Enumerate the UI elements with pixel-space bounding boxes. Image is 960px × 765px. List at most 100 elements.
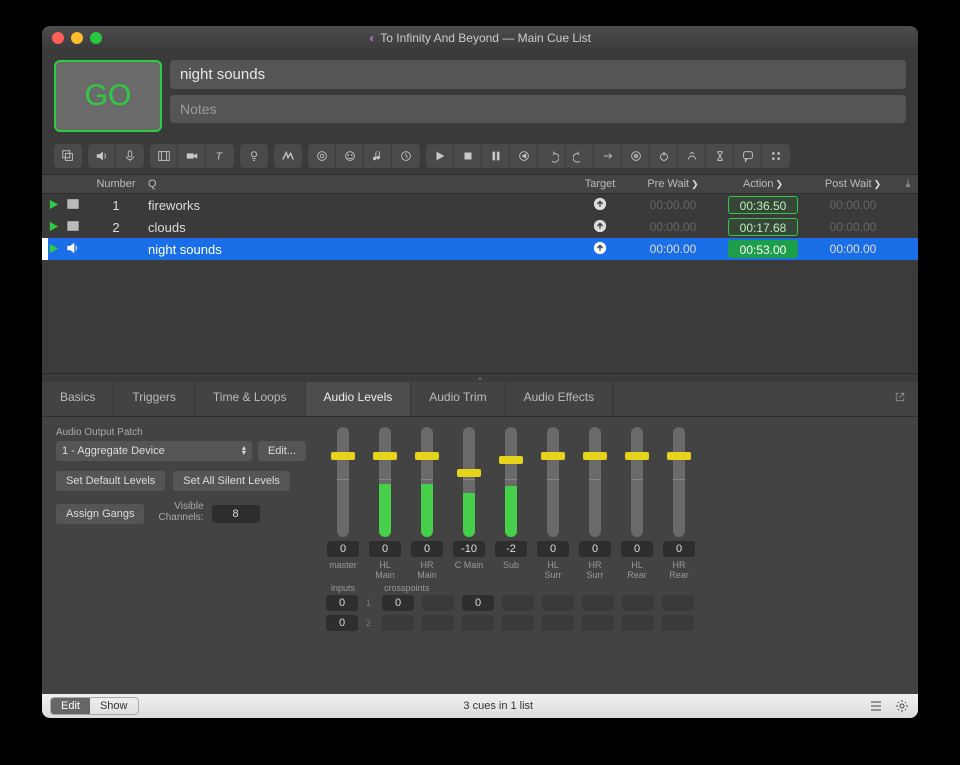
tab-basics[interactable]: Basics bbox=[42, 382, 114, 416]
tab-triggers[interactable]: Triggers bbox=[114, 382, 195, 416]
fader-knob[interactable] bbox=[457, 469, 481, 477]
postwait-field[interactable]: 00:00.00 bbox=[818, 218, 888, 236]
fader-track[interactable] bbox=[631, 427, 643, 537]
tab-audio-trim[interactable]: Audio Trim bbox=[411, 382, 505, 416]
col-number[interactable]: Number bbox=[90, 178, 142, 190]
fader-value[interactable]: -2 bbox=[495, 541, 527, 557]
popout-icon[interactable] bbox=[882, 382, 918, 416]
audio-cue-icon[interactable] bbox=[88, 144, 116, 168]
fader-track[interactable] bbox=[337, 427, 349, 537]
minimize-button[interactable] bbox=[71, 32, 83, 44]
crosspoint-cell[interactable] bbox=[662, 615, 694, 631]
cue-target[interactable] bbox=[572, 197, 628, 214]
crosspoint-cell[interactable] bbox=[582, 615, 614, 631]
cue-number[interactable]: 2 bbox=[90, 220, 142, 235]
fader-track[interactable] bbox=[547, 427, 559, 537]
go-button[interactable]: GO bbox=[54, 60, 162, 132]
goto-icon[interactable] bbox=[594, 144, 622, 168]
fader-value[interactable]: 0 bbox=[621, 541, 653, 557]
tab-audio-levels[interactable]: Audio Levels bbox=[306, 382, 412, 416]
cue-row[interactable]: night sounds00:00.0000:53.0000:00.00 bbox=[42, 238, 918, 260]
cue-name[interactable]: fireworks bbox=[142, 198, 572, 213]
undo-icon[interactable] bbox=[538, 144, 566, 168]
fader-value[interactable]: 0 bbox=[369, 541, 401, 557]
mode-segmented[interactable]: Edit Show bbox=[50, 697, 139, 715]
cue-row[interactable]: 1fireworks00:00.0000:36.5000:00.00 bbox=[42, 194, 918, 216]
postwait-field[interactable]: 00:00.00 bbox=[818, 240, 888, 258]
crosspoint-cell[interactable] bbox=[422, 615, 454, 631]
stop-icon[interactable] bbox=[454, 144, 482, 168]
crosspoint-cell[interactable] bbox=[542, 615, 574, 631]
power-icon[interactable] bbox=[650, 144, 678, 168]
video-cue-icon[interactable] bbox=[150, 144, 178, 168]
camera-cue-icon[interactable] bbox=[178, 144, 206, 168]
fader-value[interactable]: 0 bbox=[663, 541, 695, 557]
crosspoint-cell[interactable] bbox=[542, 595, 574, 611]
network-cue-icon[interactable] bbox=[308, 144, 336, 168]
crosspoint-cell[interactable] bbox=[502, 595, 534, 611]
input-level[interactable]: 0 bbox=[326, 615, 358, 631]
fade-cue-icon[interactable] bbox=[274, 144, 302, 168]
cue-name-field[interactable]: night sounds bbox=[170, 60, 906, 89]
cue-notes-field[interactable]: Notes bbox=[170, 95, 906, 123]
midi-file-cue-icon[interactable] bbox=[364, 144, 392, 168]
midi-cue-icon[interactable] bbox=[336, 144, 364, 168]
set-default-levels-button[interactable]: Set Default Levels bbox=[56, 471, 165, 491]
show-mode-button[interactable]: Show bbox=[90, 698, 138, 714]
cue-list-empty[interactable] bbox=[42, 260, 918, 374]
group-cue-icon[interactable] bbox=[54, 144, 82, 168]
postwait-field[interactable]: 00:00.00 bbox=[818, 196, 888, 214]
text-cue-icon[interactable]: T bbox=[206, 144, 234, 168]
edit-mode-button[interactable]: Edit bbox=[51, 698, 90, 714]
edit-patch-button[interactable]: Edit... bbox=[258, 441, 306, 461]
crosspoint-cell[interactable] bbox=[462, 615, 494, 631]
col-action[interactable]: Action❯ bbox=[718, 178, 808, 190]
fader-knob[interactable] bbox=[667, 452, 691, 460]
visible-channels-field[interactable]: 8 bbox=[212, 505, 260, 523]
script-icon[interactable] bbox=[762, 144, 790, 168]
cue-target[interactable] bbox=[572, 219, 628, 236]
play-icon[interactable] bbox=[426, 144, 454, 168]
fader-value[interactable]: 0 bbox=[579, 541, 611, 557]
tab-time-loops[interactable]: Time & Loops bbox=[195, 382, 306, 416]
load-icon[interactable] bbox=[510, 144, 538, 168]
cue-name[interactable]: clouds bbox=[142, 220, 572, 235]
fader-track[interactable] bbox=[505, 427, 517, 537]
col-postwait[interactable]: Post Wait❯ bbox=[808, 178, 898, 190]
fader-track[interactable] bbox=[421, 427, 433, 537]
close-button[interactable] bbox=[52, 32, 64, 44]
crosspoint-cell[interactable] bbox=[582, 595, 614, 611]
crosspoint-cell[interactable]: 0 bbox=[462, 595, 494, 611]
fader-knob[interactable] bbox=[583, 452, 607, 460]
crosspoint-cell[interactable] bbox=[382, 615, 414, 631]
crosspoint-cell[interactable] bbox=[502, 615, 534, 631]
fader-track[interactable] bbox=[589, 427, 601, 537]
audio-patch-select[interactable]: 1 - Aggregate Device ▴▾ bbox=[56, 441, 252, 461]
assign-gangs-button[interactable]: Assign Gangs bbox=[56, 504, 144, 524]
crosspoint-cell[interactable] bbox=[622, 595, 654, 611]
col-autocontinue-icon[interactable]: ⤓ bbox=[898, 178, 918, 191]
fader-value[interactable]: -10 bbox=[453, 541, 485, 557]
fader-knob[interactable] bbox=[499, 456, 523, 464]
cue-number[interactable]: 1 bbox=[90, 198, 142, 213]
crosspoint-cell[interactable] bbox=[622, 615, 654, 631]
crosspoint-cell[interactable] bbox=[422, 595, 454, 611]
prewait-field[interactable]: 00:00.00 bbox=[638, 240, 708, 258]
mic-cue-icon[interactable] bbox=[116, 144, 144, 168]
pause-icon[interactable] bbox=[482, 144, 510, 168]
col-q[interactable]: Q bbox=[142, 178, 572, 190]
crosspoint-cell[interactable] bbox=[662, 595, 694, 611]
target-icon[interactable] bbox=[622, 144, 650, 168]
timecode-cue-icon[interactable] bbox=[392, 144, 420, 168]
fader-track[interactable] bbox=[673, 427, 685, 537]
input-level[interactable]: 0 bbox=[326, 595, 358, 611]
fader-knob[interactable] bbox=[331, 452, 355, 460]
tab-audio-effects[interactable]: Audio Effects bbox=[506, 382, 614, 416]
col-target[interactable]: Target bbox=[572, 178, 628, 190]
action-field[interactable]: 00:17.68 bbox=[728, 218, 798, 236]
prewait-field[interactable]: 00:00.00 bbox=[638, 196, 708, 214]
fader-track[interactable] bbox=[463, 427, 475, 537]
prewait-field[interactable]: 00:00.00 bbox=[638, 218, 708, 236]
col-prewait[interactable]: Pre Wait❯ bbox=[628, 178, 718, 190]
cue-name[interactable]: night sounds bbox=[142, 242, 572, 257]
